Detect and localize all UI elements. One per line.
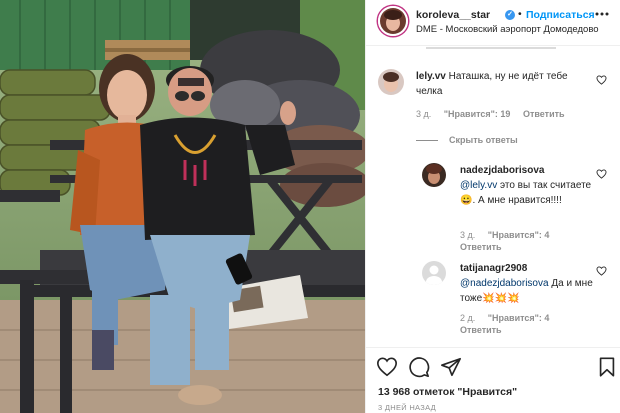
reply-likes-count[interactable]: "Нравится": 4 [488,230,550,240]
post-actions: 13 968 отметок "Нравится" 3 ДНЕЙ НАЗАД [366,347,620,413]
photo-illustration [0,0,365,413]
post-header: koroleva__star ✓ • Подписаться DME - Мос… [366,0,620,46]
default-avatar-icon [422,261,446,285]
likes-count[interactable]: 13 968 отметок [378,386,454,398]
reply-meta: 2 д. "Нравится": 4 Ответить [460,312,610,336]
reply-reply-button[interactable]: Ответить [460,325,502,335]
more-horizontal-icon[interactable] [595,11,609,17]
reply-body: tatijanagr2908 @nadezjdaborisova Да и мн… [460,261,595,306]
reply-age: 3 д. [460,230,476,240]
reply-avatar-image [422,163,446,187]
reply-reply-button[interactable]: Ответить [460,242,502,252]
author-avatar[interactable] [378,6,408,36]
comment-age: 3 д. [416,109,432,119]
comment-likes-count[interactable]: "Нравится": 19 [444,109,511,119]
reply-like-heart-icon[interactable] [596,266,607,276]
post-sidebar: koroleva__star ✓ • Подписаться DME - Мос… [365,0,620,413]
author-avatar-image [380,8,406,34]
likes-link[interactable]: "Нравится" [457,386,517,398]
comment-meta: 3 д. "Нравится": 19 Ответить [416,109,575,119]
header-separator: • [518,8,522,20]
reply-username[interactable]: tatijanagr2908 [460,263,527,274]
commenter-avatar[interactable] [378,69,404,95]
subscribe-button[interactable]: Подписаться [526,9,595,21]
comment-like-heart-icon[interactable] [596,75,607,85]
comments-list[interactable]: lely.vv Наташка, ну не идёт тебе челка 3… [366,47,620,347]
clipped-comment-edge [426,47,556,49]
comment-reply-button[interactable]: Ответить [523,109,565,119]
author-username[interactable]: koroleva__star [416,9,490,21]
comment-icon[interactable] [408,356,430,378]
reply-meta: 3 д. "Нравится": 4 Ответить [460,229,610,253]
likes-summary[interactable]: 13 968 отметок "Нравится" [378,386,517,398]
share-icon[interactable] [440,356,462,378]
verified-badge-icon: ✓ [505,10,515,20]
hide-replies-button[interactable]: Скрыть ответы [449,135,518,145]
reply-likes-count[interactable]: "Нравится": 4 [488,313,550,323]
post-photo [0,0,365,413]
reply-username[interactable]: nadezjdaborisova [460,165,544,176]
reply-body: nadezjdaborisova @lely.vv это вы так счи… [460,163,595,208]
post-location[interactable]: DME - Московский аэропорт Домодедово [416,24,599,35]
reply-mention[interactable]: @lely.vv [460,180,497,191]
comment-body: lely.vv Наташка, ну не идёт тебе челка [416,69,596,99]
reply-age: 2 д. [460,313,476,323]
post-date[interactable]: 3 ДНЕЙ НАЗАД [378,403,436,412]
reply-avatar[interactable] [422,261,446,285]
comment-username[interactable]: lely.vv [416,71,446,82]
reply-mention[interactable]: @nadezjdaborisova [460,278,549,289]
hide-replies-line [416,140,438,141]
commenter-avatar-image [378,69,404,95]
reply-avatar[interactable] [422,163,446,187]
bookmark-icon[interactable] [596,356,618,378]
reply-like-heart-icon[interactable] [596,169,607,179]
heart-icon[interactable] [376,356,398,378]
